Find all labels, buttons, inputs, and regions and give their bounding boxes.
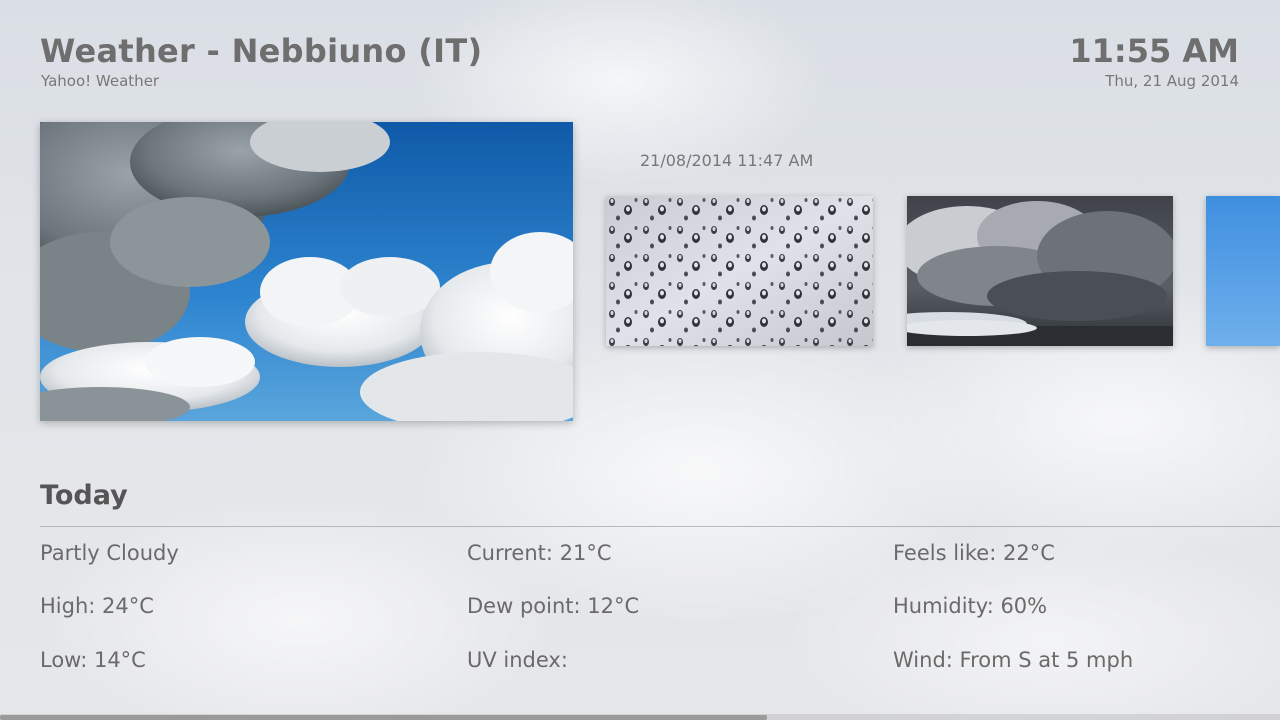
- today-heading: Today: [40, 480, 128, 511]
- gallery-thumbnail-blue-sky[interactable]: [1206, 196, 1280, 346]
- clock-date: Thu, 21 Aug 2014: [1105, 72, 1239, 90]
- wind: Wind: From S at 5 mph: [893, 648, 1134, 672]
- blue-sky-clouds-image: [40, 122, 573, 421]
- dew-point: Dew point: 12°C: [467, 594, 640, 618]
- featured-weather-image[interactable]: [40, 122, 573, 421]
- high-temperature: High: 24°C: [40, 594, 154, 618]
- humidity: Humidity: 60%: [893, 594, 1048, 618]
- condition-text: Partly Cloudy: [40, 541, 179, 565]
- scrollbar-thumb[interactable]: [0, 715, 767, 720]
- feels-like-temperature: Feels like: 22°C: [893, 541, 1055, 565]
- clock-time: 11:55 AM: [1069, 32, 1239, 70]
- storm-clouds-image: [907, 196, 1173, 346]
- raindrops-image: [606, 196, 873, 346]
- provider-label: Yahoo! Weather: [41, 72, 160, 90]
- section-divider: [40, 526, 1280, 527]
- gallery-timestamp: 21/08/2014 11:47 AM: [640, 151, 814, 170]
- current-temperature: Current: 21°C: [467, 541, 612, 565]
- horizontal-scrollbar[interactable]: [0, 714, 1280, 720]
- gallery-thumbnail-raindrops[interactable]: [606, 196, 873, 346]
- page-title: Weather - Nebbiuno (IT): [40, 32, 483, 70]
- gallery-thumbnail-storm-clouds[interactable]: [907, 196, 1173, 346]
- low-temperature: Low: 14°C: [40, 648, 146, 672]
- uv-index: UV index:: [467, 648, 568, 672]
- blue-sky-image: [1206, 196, 1280, 346]
